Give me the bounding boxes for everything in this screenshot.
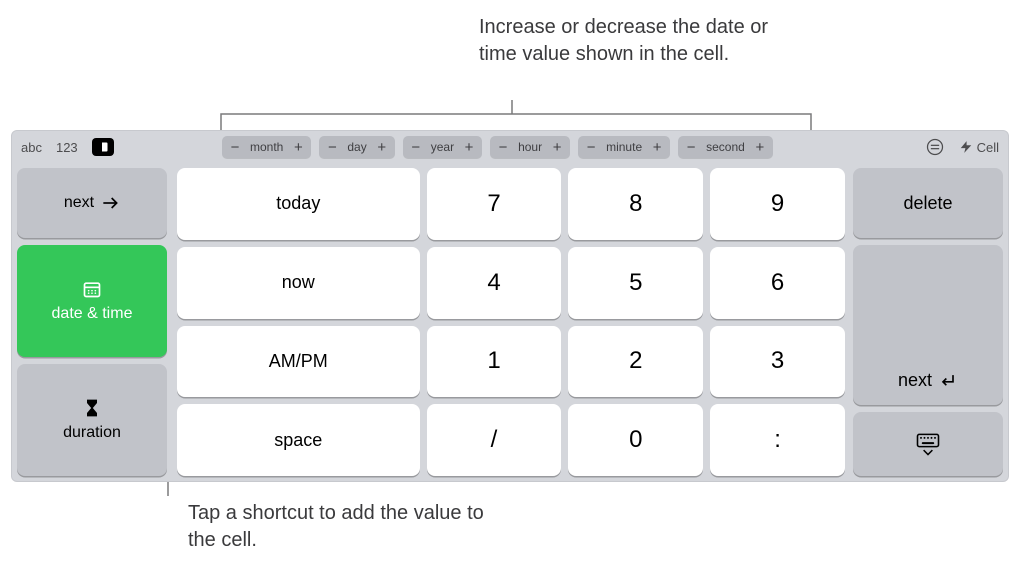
- digit-3-button[interactable]: 3: [710, 326, 845, 398]
- stepper-month-minus[interactable]: −: [226, 140, 244, 155]
- stepper-year-minus[interactable]: −: [407, 140, 425, 155]
- cell-label: Cell: [977, 140, 999, 155]
- input-mode-tabs: abc 123: [11, 138, 114, 156]
- stepper-second-minus[interactable]: −: [682, 140, 700, 155]
- stepper-minute-minus[interactable]: −: [582, 140, 600, 155]
- date-time-steppers: − month + − day + − year + − hour + − mi: [222, 136, 773, 158]
- return-icon: [938, 371, 958, 391]
- formula-icon[interactable]: [925, 137, 945, 157]
- stepper-day-minus[interactable]: −: [323, 140, 341, 155]
- stepper-year: − year +: [403, 136, 482, 158]
- mode-tab-table-icon[interactable]: [92, 138, 114, 156]
- stepper-day-plus[interactable]: +: [373, 140, 391, 155]
- duration-mode-button[interactable]: duration: [17, 364, 167, 476]
- digit-1-button[interactable]: 1: [427, 326, 562, 398]
- digit-0-button[interactable]: 0: [568, 404, 703, 476]
- stepper-year-plus[interactable]: +: [460, 140, 478, 155]
- stepper-minute-plus[interactable]: +: [648, 140, 666, 155]
- digit-5-button[interactable]: 5: [568, 247, 703, 319]
- today-button[interactable]: today: [177, 168, 420, 240]
- next-return-label: next: [898, 370, 932, 391]
- calendar-icon: [82, 279, 102, 299]
- delete-button[interactable]: delete: [853, 168, 1003, 238]
- digit-7-button[interactable]: 7: [427, 168, 562, 240]
- stepper-hour-label: hour: [512, 140, 548, 154]
- center-key-grid: today 7 8 9 now 4 5 6 AM/PM 1 2 3 space …: [177, 168, 845, 476]
- key-grid: next date & time duration today: [17, 168, 1003, 476]
- arrow-right-icon: [100, 193, 120, 213]
- callout-top-text: Increase or decrease the date or time va…: [479, 14, 799, 68]
- date-time-mode-label: date & time: [52, 305, 133, 323]
- duration-mode-label: duration: [63, 424, 121, 442]
- slash-button[interactable]: /: [427, 404, 562, 476]
- now-button[interactable]: now: [177, 247, 420, 319]
- mode-tab-123[interactable]: 123: [56, 140, 78, 155]
- left-key-column: next date & time duration: [17, 168, 167, 476]
- colon-button[interactable]: :: [710, 404, 845, 476]
- digit-2-button[interactable]: 2: [568, 326, 703, 398]
- stepper-month-plus[interactable]: +: [289, 140, 307, 155]
- stepper-year-label: year: [425, 140, 460, 154]
- digit-9-button[interactable]: 9: [710, 168, 845, 240]
- toolbar-right: Cell: [925, 137, 999, 157]
- stepper-minute: − minute +: [578, 136, 670, 158]
- stepper-second-plus[interactable]: +: [751, 140, 769, 155]
- hourglass-icon: [82, 398, 102, 418]
- cell-button[interactable]: Cell: [959, 140, 999, 155]
- next-label: next: [64, 194, 94, 212]
- digit-6-button[interactable]: 6: [710, 247, 845, 319]
- date-time-keyboard: abc 123 − month + − day + − year +: [11, 130, 1009, 482]
- stepper-second: − second +: [678, 136, 773, 158]
- keyboard-toolbar: abc 123 − month + − day + − year +: [11, 130, 1009, 164]
- stepper-minute-label: minute: [600, 140, 648, 154]
- date-time-mode-button[interactable]: date & time: [17, 245, 167, 357]
- stepper-hour-minus[interactable]: −: [494, 140, 512, 155]
- digit-8-button[interactable]: 8: [568, 168, 703, 240]
- right-key-column: delete next: [853, 168, 1003, 476]
- next-field-button[interactable]: next: [17, 168, 167, 238]
- stepper-day: − day +: [319, 136, 394, 158]
- stepper-hour: − hour +: [490, 136, 570, 158]
- callout-bottom-text: Tap a shortcut to add the value to the c…: [188, 500, 508, 554]
- stepper-day-label: day: [341, 140, 372, 154]
- stepper-month-label: month: [244, 140, 289, 154]
- digit-4-button[interactable]: 4: [427, 247, 562, 319]
- hide-keyboard-button[interactable]: [853, 412, 1003, 476]
- ampm-button[interactable]: AM/PM: [177, 326, 420, 398]
- stepper-hour-plus[interactable]: +: [548, 140, 566, 155]
- stepper-second-label: second: [700, 140, 751, 154]
- space-button[interactable]: space: [177, 404, 420, 476]
- stepper-month: − month +: [222, 136, 311, 158]
- mode-tab-abc[interactable]: abc: [21, 140, 42, 155]
- keyboard-hide-icon: [914, 430, 942, 458]
- next-return-button[interactable]: next: [853, 245, 1003, 405]
